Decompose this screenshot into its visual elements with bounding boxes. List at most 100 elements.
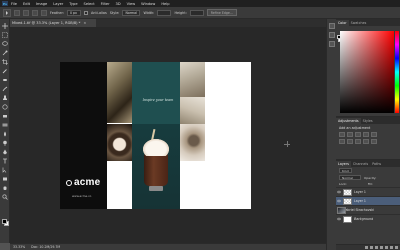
history-brush-tool-icon[interactable] xyxy=(2,104,8,110)
document-tab-title: Mixed-1.tif @ 33.3% (Layer 1, RGB/8) * xyxy=(12,21,81,25)
layer-thumbnail xyxy=(343,188,352,196)
layer-row[interactable]: Background xyxy=(336,214,400,223)
link-layers-icon[interactable] xyxy=(365,246,368,249)
canvas-area[interactable]: Inspire your team acme www.acme.co xyxy=(10,27,326,243)
lasso-tool-icon[interactable] xyxy=(2,41,8,47)
style-select[interactable]: Normal xyxy=(122,9,141,16)
tab-color[interactable]: Color xyxy=(336,20,349,26)
eyedropper-tool-icon[interactable] xyxy=(2,68,8,74)
antialias-checkbox[interactable] xyxy=(83,10,88,15)
new-layer-icon[interactable] xyxy=(390,246,393,249)
levels-icon[interactable] xyxy=(347,132,353,137)
adjustment-layer-icon[interactable] xyxy=(380,246,383,249)
menu-window[interactable]: Window xyxy=(141,2,155,6)
add-to-selection-button[interactable] xyxy=(23,9,29,16)
color-picker-field[interactable] xyxy=(340,31,394,113)
hue-saturation-icon[interactable] xyxy=(339,139,345,144)
tab-styles[interactable]: Styles xyxy=(361,118,375,124)
foreground-color-swatch[interactable] xyxy=(2,219,7,224)
history-panel-icon[interactable] xyxy=(329,23,335,29)
layer-row-selected[interactable]: Layer 1 xyxy=(336,196,400,205)
refine-edge-button[interactable]: Refine Edge... xyxy=(206,9,237,16)
close-icon[interactable]: × xyxy=(83,21,86,25)
eye-icon[interactable] xyxy=(337,217,341,221)
eye-icon[interactable] xyxy=(337,190,341,194)
status-bar: 33.33% Doc: 10.2M/29.7M xyxy=(10,243,326,250)
crop-tool-icon[interactable] xyxy=(2,59,8,65)
quick-select-tool-icon[interactable] xyxy=(2,50,8,56)
layer-row[interactable]: Gabriel Strachovski xyxy=(336,205,400,214)
width-input[interactable] xyxy=(157,9,172,16)
logo-wordmark: acme xyxy=(74,177,101,188)
healing-brush-tool-icon[interactable] xyxy=(2,77,8,83)
eraser-tool-icon[interactable] xyxy=(2,113,8,119)
tab-paths[interactable]: Paths xyxy=(370,161,383,167)
layer-row[interactable]: Layer 1 xyxy=(336,187,400,196)
move-tool-icon[interactable] xyxy=(2,23,8,29)
menu-view[interactable]: View xyxy=(127,2,136,6)
path-selection-tool-icon[interactable] xyxy=(2,167,8,173)
tab-layers[interactable]: Layers xyxy=(336,161,351,167)
channel-mixer-icon[interactable] xyxy=(371,139,377,144)
options-bar: Feather: 0 px Anti-alias Style: Normal W… xyxy=(0,7,400,19)
photo-filter-icon[interactable] xyxy=(363,139,369,144)
color-panel: Color Swatches xyxy=(336,19,400,116)
eye-icon[interactable] xyxy=(337,199,341,203)
type-tool-icon[interactable] xyxy=(2,158,8,164)
trash-icon[interactable] xyxy=(395,246,398,249)
tab-swatches[interactable]: Swatches xyxy=(349,20,369,26)
menu-file[interactable]: File xyxy=(11,2,17,6)
menu-filter[interactable]: Filter xyxy=(101,2,110,6)
new-group-icon[interactable] xyxy=(385,246,388,249)
hand-tool-icon[interactable] xyxy=(2,185,8,191)
exposure-icon[interactable] xyxy=(363,132,369,137)
tab-channels[interactable]: Channels xyxy=(351,161,370,167)
menu-help[interactable]: Help xyxy=(161,2,169,6)
adjustments-panel: Adjustments Styles Add an adjustment xyxy=(336,116,400,159)
zoom-tool-icon[interactable] xyxy=(2,194,8,200)
menu-bar: Ps File Edit Image Layer Type Select Fil… xyxy=(0,0,400,7)
menu-type[interactable]: Type xyxy=(69,2,77,6)
vibrance-icon[interactable] xyxy=(371,132,377,137)
clone-stamp-tool-icon[interactable] xyxy=(2,95,8,101)
tab-adjustments[interactable]: Adjustments xyxy=(336,118,361,124)
coffee-cup-photo xyxy=(132,124,180,209)
add-mask-icon[interactable] xyxy=(375,246,378,249)
opacity-label: Opacity: xyxy=(364,175,377,180)
color-balance-icon[interactable] xyxy=(347,139,353,144)
blur-tool-icon[interactable] xyxy=(2,131,8,137)
adjustments-panel-tabs: Adjustments Styles xyxy=(336,117,400,124)
acme-logo: acme xyxy=(66,177,100,188)
menu-image[interactable]: Image xyxy=(36,2,47,6)
new-selection-button[interactable] xyxy=(14,9,20,16)
layers-footer xyxy=(336,244,400,250)
brush-tool-icon[interactable] xyxy=(2,86,8,92)
height-input[interactable] xyxy=(189,9,204,16)
document-tab[interactable]: Mixed-1.tif @ 33.3% (Layer 1, RGB/8) * × xyxy=(10,19,96,27)
document-canvas[interactable]: Inspire your team acme www.acme.co xyxy=(60,62,251,209)
curves-icon[interactable] xyxy=(355,132,361,137)
brightness-icon[interactable] xyxy=(339,132,345,137)
subtract-selection-button[interactable] xyxy=(32,9,38,16)
black-white-icon[interactable] xyxy=(355,139,361,144)
layer-kind-filter[interactable]: Kind xyxy=(339,168,352,173)
menu-layer[interactable]: Layer xyxy=(53,2,63,6)
gradient-tool-icon[interactable] xyxy=(2,122,8,128)
hue-slider[interactable] xyxy=(395,31,399,113)
adjustment-icon-grid xyxy=(336,132,400,144)
menu-3d[interactable]: 3D xyxy=(116,2,121,6)
properties-panel-icon[interactable] xyxy=(329,32,335,38)
menu-edit[interactable]: Edit xyxy=(23,2,30,6)
zoom-level[interactable]: 33.33% xyxy=(13,245,25,249)
dodge-tool-icon[interactable] xyxy=(2,140,8,146)
rectangle-tool-icon[interactable] xyxy=(2,176,8,182)
intersect-selection-button[interactable] xyxy=(41,9,47,16)
menu-select[interactable]: Select xyxy=(84,2,95,6)
tool-preset-picker[interactable] xyxy=(3,8,11,17)
layer-style-icon[interactable] xyxy=(370,246,373,249)
blend-mode-select[interactable]: Normal xyxy=(339,175,361,180)
pen-tool-icon[interactable] xyxy=(2,149,8,155)
feather-input[interactable]: 0 px xyxy=(66,9,81,16)
info-panel-icon[interactable] xyxy=(329,41,335,47)
marquee-tool-icon[interactable] xyxy=(2,32,8,38)
